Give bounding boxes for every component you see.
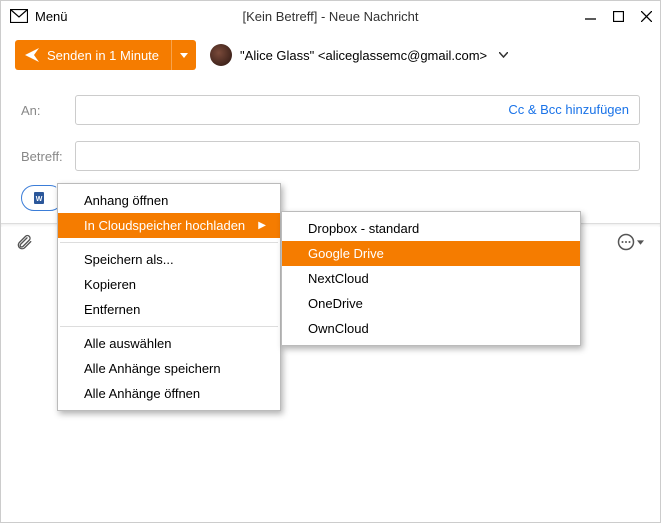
- menu-item-dropbox[interactable]: Dropbox - standard: [282, 216, 580, 241]
- from-switcher[interactable]: [499, 50, 508, 61]
- menu-item-upload-cloud[interactable]: In Cloudspeicher hochladen▶: [58, 213, 280, 238]
- menu-button[interactable]: Menü: [35, 9, 68, 24]
- send-dropdown-toggle[interactable]: [172, 53, 196, 58]
- window-title: [Kein Betreff] - Neue Nachricht: [242, 9, 418, 24]
- chevron-down-icon: [637, 240, 644, 245]
- menu-item-copy[interactable]: Kopieren: [58, 272, 280, 297]
- menu-item-open-all[interactable]: Alle Anhänge öffnen: [58, 381, 280, 406]
- document-icon: W: [32, 191, 46, 205]
- ellipsis-icon: [617, 233, 635, 251]
- from-display: "Alice Glass" <aliceglassemc@gmail.com>: [240, 48, 487, 63]
- submenu-arrow-icon: ▶: [258, 220, 266, 231]
- titlebar: Menü [Kein Betreff] - Neue Nachricht: [1, 1, 660, 31]
- menu-item-save-as[interactable]: Speichern als...: [58, 247, 280, 272]
- close-button[interactable]: [640, 11, 652, 22]
- attach-button[interactable]: [15, 233, 33, 251]
- svg-text:W: W: [36, 196, 43, 203]
- send-button[interactable]: Senden in 1 Minute: [15, 40, 196, 70]
- minimize-button[interactable]: [584, 11, 596, 22]
- to-input[interactable]: Cc & Bcc hinzufügen: [75, 95, 640, 125]
- mail-icon: [9, 9, 29, 23]
- menu-item-owncloud[interactable]: OwnCloud: [282, 316, 580, 341]
- maximize-button[interactable]: [612, 11, 624, 22]
- menu-item-nextcloud[interactable]: NextCloud: [282, 266, 580, 291]
- avatar: [210, 44, 232, 66]
- context-menu-attachment: Anhang öffnen In Cloudspeicher hochladen…: [57, 183, 281, 411]
- menu-item-remove[interactable]: Entfernen: [58, 297, 280, 322]
- ccbcc-link[interactable]: Cc & Bcc hinzufügen: [508, 102, 629, 117]
- more-button[interactable]: [617, 233, 646, 251]
- menu-item-select-all[interactable]: Alle auswählen: [58, 331, 280, 356]
- menu-item-save-all[interactable]: Alle Anhänge speichern: [58, 356, 280, 381]
- menu-separator: [60, 242, 278, 243]
- subject-input[interactable]: [75, 141, 640, 171]
- menu-item-onedrive[interactable]: OneDrive: [282, 291, 580, 316]
- send-icon: [25, 48, 39, 62]
- to-label: An:: [21, 103, 75, 118]
- subject-label: Betreff:: [21, 149, 75, 164]
- send-button-label: Senden in 1 Minute: [47, 48, 159, 63]
- chevron-down-icon: [499, 52, 508, 58]
- context-menu-cloud-providers: Dropbox - standard Google Drive NextClou…: [281, 211, 581, 346]
- chevron-down-icon: [180, 53, 188, 58]
- menu-item-google-drive[interactable]: Google Drive: [282, 241, 580, 266]
- toolbar: Senden in 1 Minute "Alice Glass" <aliceg…: [1, 31, 660, 79]
- menu-separator: [60, 326, 278, 327]
- menu-item-open-attachment[interactable]: Anhang öffnen: [58, 188, 280, 213]
- paperclip-icon: [15, 233, 33, 251]
